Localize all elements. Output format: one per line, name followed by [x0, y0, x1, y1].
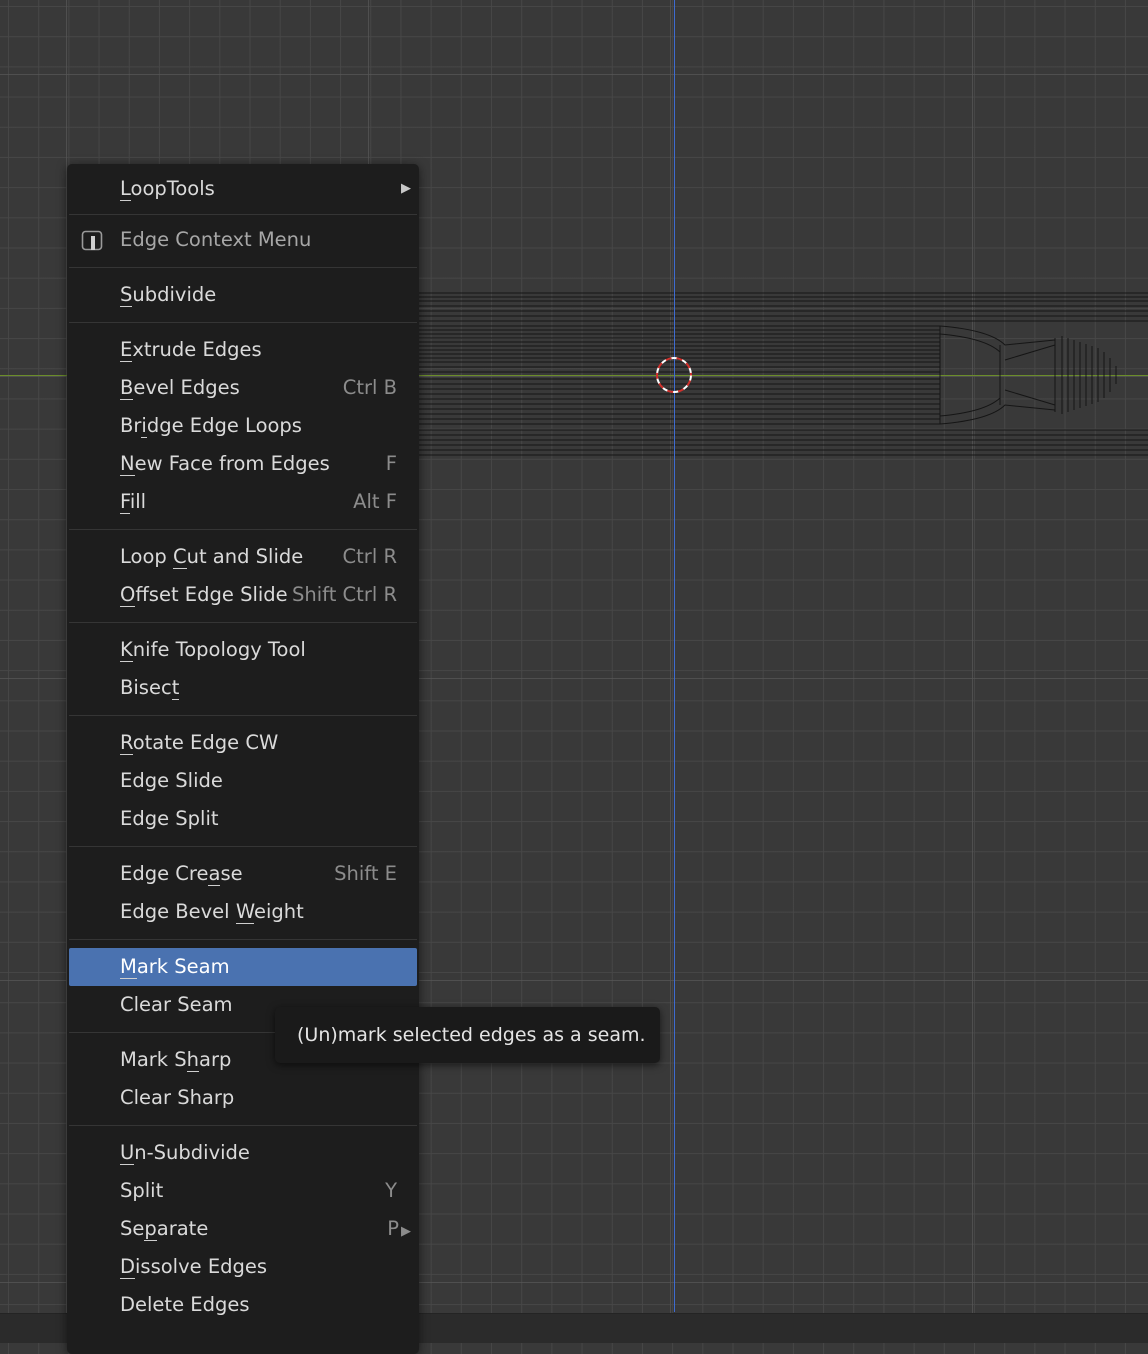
menu-item-label: Rotate Edge CW [120, 731, 279, 755]
menu-item-offset-edge-slide[interactable]: Offset Edge Slide Shift Ctrl R [67, 576, 419, 614]
menu-item-label: Edge Split [120, 807, 219, 830]
menu-item-label: Loop Cut and Slide [120, 545, 304, 569]
menu-item-edge-split[interactable]: Edge Split [67, 800, 419, 838]
menu-item-edge-crease[interactable]: Edge Crease Shift E [67, 855, 419, 893]
submenu-arrow-icon: ▶ [401, 1224, 411, 1239]
menu-item-label: Separate [120, 1217, 209, 1241]
menu-item-mark-seam[interactable]: Mark Seam [69, 948, 417, 986]
menu-item-label: Dissolve Edges [120, 1255, 268, 1279]
tooltip-text: (Un)mark selected edges as a seam. [297, 1024, 646, 1046]
menu-item-label: Subdivide [120, 283, 217, 307]
shortcut-hint: Y [385, 1179, 397, 1202]
menu-item-rotate-edge-cw[interactable]: Rotate Edge CW [67, 724, 419, 762]
menu-item-label: Split [120, 1179, 164, 1202]
menu-title: Edge Context Menu [67, 215, 419, 267]
shortcut-hint: P ▶ [387, 1217, 411, 1240]
menu-item-new-face-from-edges[interactable]: New Face from Edges F [67, 445, 419, 483]
menu-item-label: Bisect [120, 676, 180, 700]
menu-item-loop-cut-and-slide[interactable]: Loop Cut and Slide Ctrl R [67, 538, 419, 576]
menu-item-dissolve-edges[interactable]: Dissolve Edges [67, 1248, 419, 1286]
menu-item-label: Offset Edge Slide [120, 583, 288, 607]
menu-item-edge-bevel-weight[interactable]: Edge Bevel Weight [67, 893, 419, 931]
menu-item-label: Fill [120, 490, 147, 514]
menu-item-bevel-edges[interactable]: Bevel Edges Ctrl B [67, 369, 419, 407]
menu-item-bisect[interactable]: Bisect [67, 669, 419, 707]
menu-item-label: Edge Bevel Weight [120, 900, 304, 924]
menu-item-split[interactable]: Split Y [67, 1172, 419, 1210]
menu-item-separate[interactable]: Separate P ▶ [67, 1210, 419, 1248]
menu-item-label: Mark Sharp [120, 1048, 232, 1072]
menu-item-label: Edge Crease [120, 862, 243, 886]
menu-item-extrude-edges[interactable]: Extrude Edges [67, 331, 419, 369]
menu-item-looptools[interactable]: LoopTools ▶ [67, 170, 419, 208]
menu-item-edge-slide[interactable]: Edge Slide [67, 762, 419, 800]
menu-item-label: Knife Topology Tool [120, 638, 306, 662]
menu-item-subdivide[interactable]: Subdivide [67, 276, 419, 314]
menu-item-fill[interactable]: Fill Alt F [67, 483, 419, 521]
menu-item-label: New Face from Edges [120, 452, 330, 476]
pin-icon[interactable] [81, 229, 103, 251]
menu-item-clear-sharp[interactable]: Clear Sharp [67, 1079, 419, 1117]
shortcut-hint: Ctrl B [342, 376, 397, 399]
menu-item-label: Clear Seam [120, 993, 233, 1016]
menu-item-label: Extrude Edges [120, 338, 262, 362]
menu-item-label: Clear Sharp [120, 1086, 235, 1109]
menu-item-label: Bridge Edge Loops [120, 414, 302, 438]
shortcut-hint: F [385, 452, 397, 475]
submenu-arrow-icon: ▶ [401, 181, 411, 196]
menu-item-label: Delete Edges [120, 1293, 250, 1316]
menu-title-text: Edge Context Menu [120, 228, 312, 251]
tooltip: (Un)mark selected edges as a seam. [275, 1007, 660, 1063]
menu-item-un-subdivide[interactable]: Un-Subdivide [67, 1134, 419, 1172]
shortcut-hint: Shift Ctrl R [292, 583, 397, 606]
menu-item-knife-topology-tool[interactable]: Knife Topology Tool [67, 631, 419, 669]
shortcut-hint: Ctrl R [342, 545, 397, 568]
shortcut-hint: Alt F [353, 490, 397, 513]
menu-item-label: Un-Subdivide [120, 1141, 250, 1165]
menu-item-label: Edge Slide [120, 769, 223, 792]
menu-item-label: Bevel Edges [120, 376, 240, 400]
menu-item-label: Mark Seam [120, 955, 230, 979]
edge-context-menu: LoopTools ▶ Edge Context Menu Subdivide E… [67, 164, 419, 1354]
shortcut-hint: Shift E [334, 862, 397, 885]
menu-item-delete-edges[interactable]: Delete Edges [67, 1286, 419, 1324]
menu-item-bridge-edge-loops[interactable]: Bridge Edge Loops [67, 407, 419, 445]
